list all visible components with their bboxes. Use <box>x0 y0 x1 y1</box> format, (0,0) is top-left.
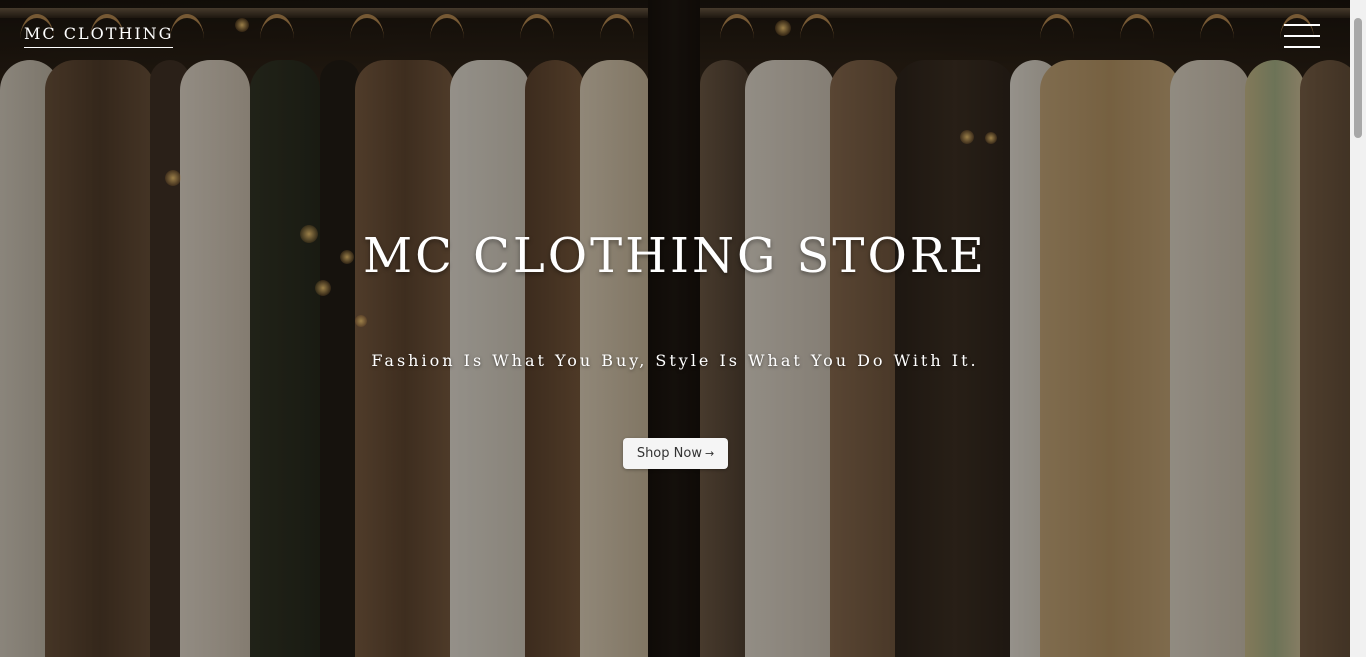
hero-tagline: Fashion Is What You Buy, Style Is What Y… <box>371 351 979 370</box>
hamburger-menu-icon[interactable] <box>1284 24 1320 48</box>
hero-title: MC CLOTHING STORE <box>363 228 987 284</box>
hero-dark-overlay <box>0 0 1366 657</box>
shop-now-button[interactable]: Shop Now → <box>623 438 728 469</box>
page-scrollbar[interactable] <box>1350 0 1366 657</box>
hero-section: MC CLOTHING MC CLOTHING STORE Fashion Is… <box>0 0 1366 657</box>
brand-logo-link[interactable]: MC CLOTHING <box>24 24 174 48</box>
arrow-right-icon: → <box>704 447 715 460</box>
scrollbar-thumb[interactable] <box>1354 18 1362 138</box>
shop-now-label: Shop Now <box>636 446 702 461</box>
